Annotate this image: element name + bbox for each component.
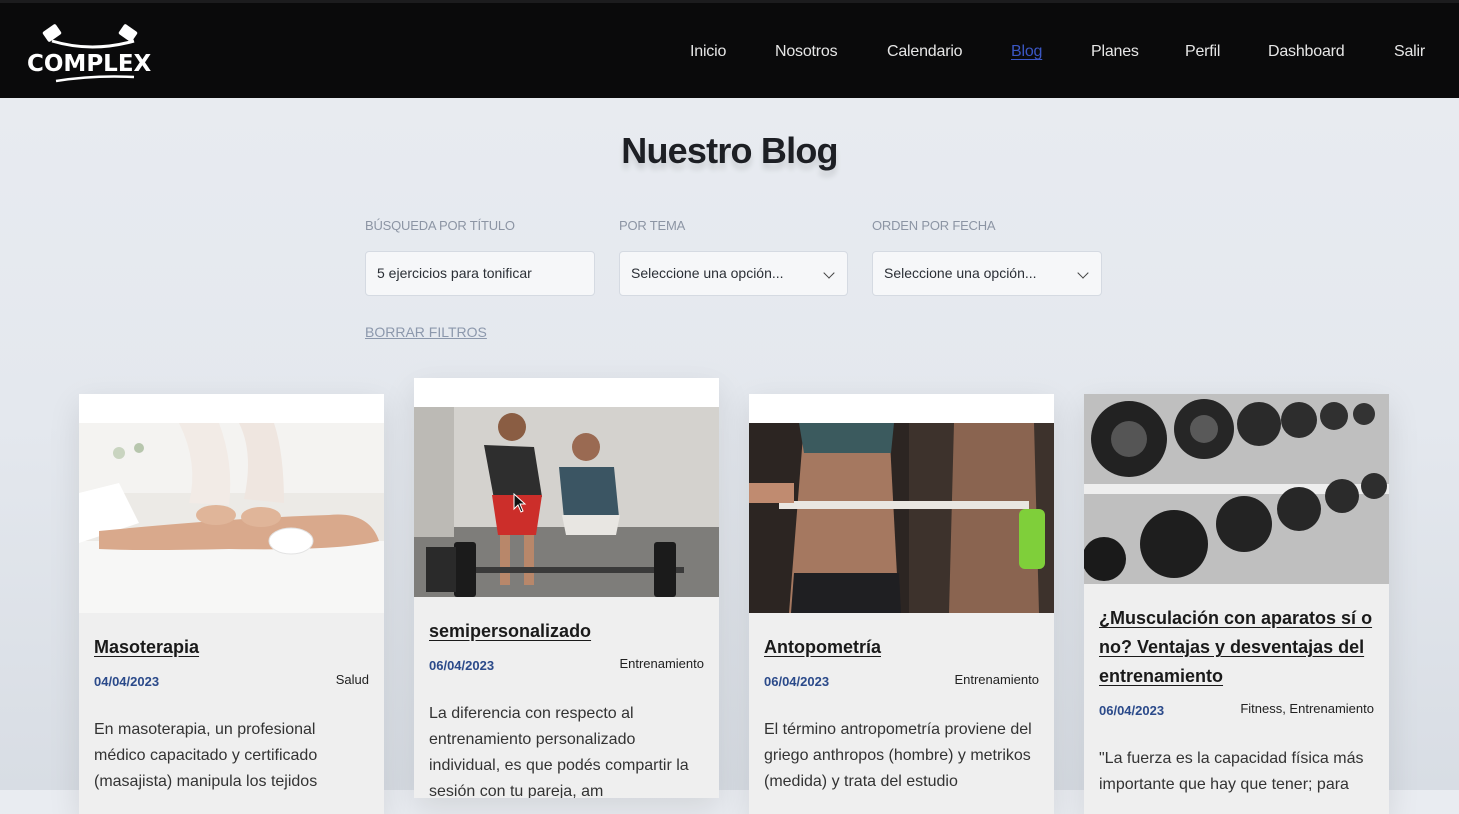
title-search-label: BÚSQUEDA POR TÍTULO	[365, 218, 515, 233]
nav-dashboard[interactable]: Dashboard	[1268, 43, 1345, 61]
card-date: 06/04/2023	[764, 674, 830, 689]
card-excerpt: "La fuerza es la capacidad física más im…	[1099, 750, 1364, 793]
nav-nosotros[interactable]: Nosotros	[775, 43, 838, 61]
mouse-cursor-icon	[513, 493, 527, 513]
card-excerpt: La diferencia con respecto al entrenamie…	[429, 705, 689, 798]
blog-card[interactable]: ¿Musculación con aparatos sí o no? Venta…	[1084, 394, 1389, 814]
date-order-select[interactable]: Seleccione una opción...	[872, 251, 1102, 296]
card-top-strip	[79, 394, 384, 423]
card-title[interactable]: ¿Musculación con aparatos sí o no? Venta…	[1099, 604, 1374, 691]
card-title[interactable]: semipersonalizado	[429, 617, 704, 646]
card-tag: Entrenamiento	[954, 672, 1039, 687]
title-search-field[interactable]	[365, 251, 595, 296]
card-title[interactable]: Antopometría	[764, 633, 1039, 662]
topic-select[interactable]: Seleccione una opción...	[619, 251, 848, 296]
card-tag: Salud	[335, 672, 369, 687]
topic-filter-label: POR TEMA	[619, 218, 686, 233]
card-top-strip	[414, 378, 719, 407]
trainer-deadlift-photo[interactable]	[414, 407, 719, 597]
card-date: 04/04/2023	[94, 674, 160, 689]
card-tag: Fitness, Entrenamiento	[1240, 701, 1374, 716]
waist-measuring-photo[interactable]	[749, 423, 1054, 613]
massage-photo[interactable]	[79, 423, 384, 613]
title-search-input[interactable]	[377, 252, 582, 295]
brand-name: COMPLEX	[27, 51, 152, 77]
nav-blog[interactable]: Blog	[1011, 43, 1042, 61]
blog-card[interactable]: semipersonalizado 06/04/2023 Entrenamien…	[414, 378, 719, 798]
card-title[interactable]: Masoterapia	[94, 633, 369, 662]
nav-inicio[interactable]: Inicio	[690, 43, 726, 61]
nav-perfil[interactable]: Perfil	[1185, 43, 1220, 61]
blog-card[interactable]: Masoterapia 04/04/2023 Salud En masotera…	[79, 394, 384, 814]
page-title: Nuestro Blog	[621, 130, 838, 171]
chevron-down-icon	[823, 267, 835, 279]
dumbbell-rack-photo[interactable]	[1084, 394, 1389, 584]
card-date: 06/04/2023	[1099, 703, 1165, 718]
nav-salir[interactable]: Salir	[1394, 43, 1425, 61]
card-excerpt: El término antropometría proviene del gr…	[764, 721, 1032, 790]
card-date: 06/04/2023	[429, 658, 495, 673]
nav-calendario[interactable]: Calendario	[887, 43, 963, 61]
top-navbar: COMPLEX Inicio Nosotros Calendario Blog …	[0, 0, 1459, 98]
chevron-down-icon	[1077, 267, 1089, 279]
clear-filters-link[interactable]: BORRAR FILTROS	[365, 324, 487, 340]
complex-logo[interactable]: COMPLEX	[24, 19, 164, 87]
date-order-label: ORDEN POR FECHA	[872, 218, 996, 233]
card-top-strip	[749, 394, 1054, 423]
card-tag: Entrenamiento	[619, 656, 704, 671]
topic-select-value: Seleccione una opción...	[631, 265, 784, 281]
date-order-select-value: Seleccione una opción...	[884, 265, 1037, 281]
card-excerpt: En masoterapia, un profesional médico ca…	[94, 721, 318, 790]
blog-card[interactable]: Antopometría 06/04/2023 Entrenamiento El…	[749, 394, 1054, 814]
nav-planes[interactable]: Planes	[1091, 43, 1139, 61]
